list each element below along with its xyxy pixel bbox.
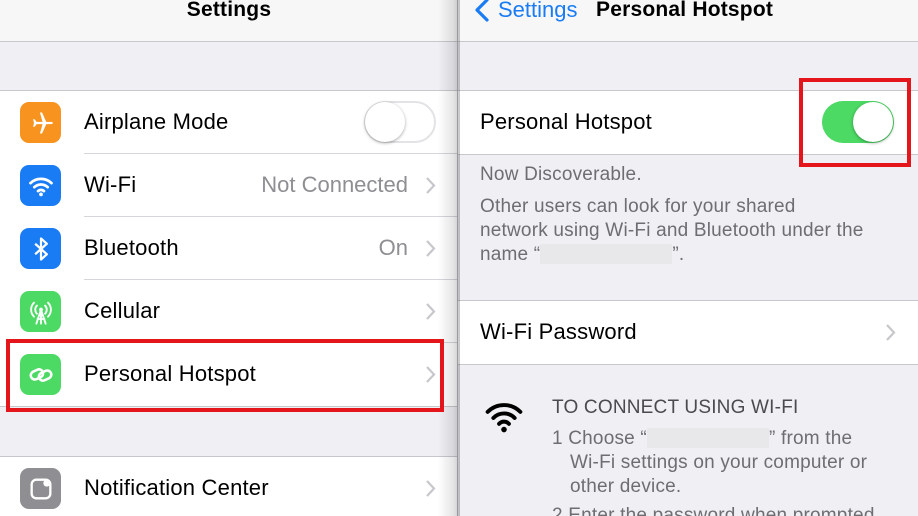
wifi-icon: [20, 165, 61, 206]
personal-hotspot-pane: Settings Personal Hotspot Personal Hotsp…: [458, 0, 918, 516]
airplane-mode-label: Airplane Mode: [84, 109, 229, 134]
settings-navbar: Settings: [0, 0, 458, 42]
wifi-status-value: Not Connected: [261, 172, 408, 197]
step-line: 1 Choose “” from the: [552, 428, 853, 449]
settings-row-airplane-mode[interactable]: Airplane Mode: [0, 91, 458, 154]
step-line: Wi-Fi settings on your computer or: [570, 452, 868, 473]
step-line: other device.: [570, 476, 682, 497]
settings-title: Settings: [186, 0, 272, 21]
connect-step-2: 2 Enter the password when prompted.: [552, 505, 881, 516]
back-button[interactable]: Settings: [472, 0, 578, 23]
settings-row-bluetooth[interactable]: Bluetooth On: [0, 217, 458, 280]
chevron-right-icon: [426, 240, 436, 257]
description-line: Other users can look for your shared: [480, 196, 796, 217]
chevron-left-icon: [475, 0, 489, 22]
description-line: name “”.: [480, 244, 685, 265]
settings-pane: Settings Airplane Mode Wi-Fi Not Connect…: [0, 0, 458, 516]
redacted-network-name: [646, 428, 769, 448]
bluetooth-status-value: On: [378, 235, 408, 260]
chevron-right-icon: [426, 303, 436, 320]
personal-hotspot-highlight: [6, 339, 444, 412]
wifi-password-group: Wi-Fi Password: [458, 300, 918, 365]
settings-row-cellular[interactable]: Cellular: [0, 280, 458, 343]
description-line: network using Wi-Fi and Bluetooth under …: [480, 220, 864, 241]
wifi-password-row[interactable]: Wi-Fi Password: [458, 301, 918, 364]
toggle-knob: [365, 102, 405, 142]
discoverable-status: Now Discoverable.: [480, 164, 642, 185]
chevron-right-icon: [886, 324, 896, 341]
connect-step-1: 1 Choose “” from the Wi-Fi settings on y…: [552, 427, 867, 499]
redacted-network-name: [540, 244, 673, 264]
wifi-password-label: Wi-Fi Password: [480, 319, 637, 344]
connect-heading: TO CONNECT USING WI-FI: [552, 397, 799, 418]
bluetooth-icon: [20, 228, 61, 269]
settings-row-notification-center[interactable]: Notification Center: [0, 457, 458, 516]
back-button-label: Settings: [498, 0, 578, 22]
notification-center-icon: [20, 468, 61, 509]
cellular-label: Cellular: [84, 298, 161, 323]
hotspot-description: Other users can look for your shared net…: [480, 195, 864, 267]
settings-second-group: Notification Center: [0, 456, 458, 516]
chevron-right-icon: [426, 177, 436, 194]
hotspot-title: Personal Hotspot: [596, 0, 774, 21]
wifi-icon: [485, 403, 523, 433]
airplane-mode-toggle[interactable]: [364, 101, 436, 143]
hotspot-toggle-highlight: [799, 78, 911, 167]
airplane-icon: [20, 102, 61, 143]
notification-center-label: Notification Center: [84, 475, 269, 500]
chevron-right-icon: [426, 480, 436, 497]
settings-row-wifi[interactable]: Wi-Fi Not Connected: [0, 154, 458, 217]
wifi-label: Wi-Fi: [84, 172, 137, 197]
bluetooth-label: Bluetooth: [84, 235, 179, 260]
hotspot-navbar: Settings Personal Hotspot: [458, 0, 918, 42]
hotspot-toggle-label: Personal Hotspot: [480, 109, 652, 134]
cellular-antenna-icon: [20, 291, 61, 332]
